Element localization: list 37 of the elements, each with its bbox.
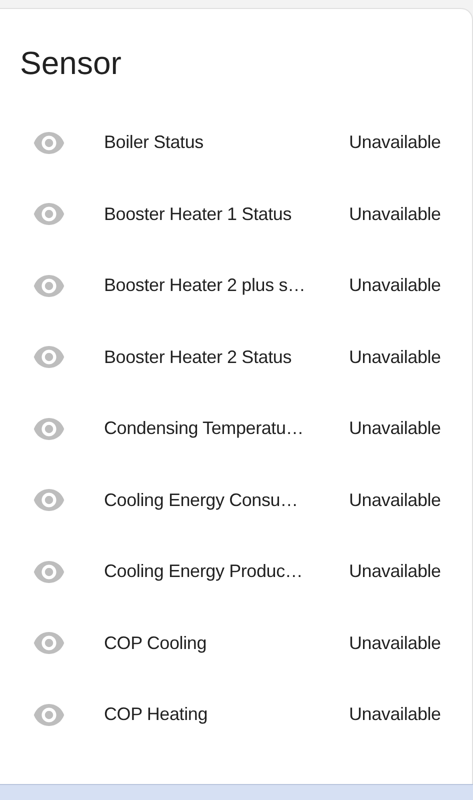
visibility-button[interactable] [31, 632, 67, 654]
eye-icon [32, 489, 66, 512]
entity-name[interactable]: Boiler Status [104, 132, 349, 154]
entity-state: Unavailable [349, 204, 441, 225]
entity-name[interactable]: COP Heating [104, 704, 349, 726]
entity-name[interactable]: Cooling Energy Consu… [104, 490, 349, 511]
entity-name[interactable]: COP Cooling [104, 632, 349, 654]
eye-icon [32, 418, 66, 440]
visibility-button[interactable] [31, 560, 67, 583]
entity-name[interactable]: Condensing Temperatu… [104, 418, 349, 440]
visibility-button[interactable] [31, 418, 67, 440]
entity-state: Unavailable [349, 704, 441, 726]
eye-icon [32, 632, 66, 654]
visibility-button[interactable] [31, 274, 67, 297]
entity-state: Unavailable [349, 346, 441, 368]
eye-icon [32, 560, 66, 583]
visibility-button[interactable] [31, 346, 67, 368]
card-title: Sensor [19, 44, 122, 79]
visibility-button[interactable] [31, 203, 67, 226]
visibility-button[interactable] [31, 489, 67, 512]
entity-state: Unavailable [349, 132, 441, 154]
entity-name[interactable]: Cooling Energy Produc… [104, 561, 349, 582]
eye-icon [32, 203, 66, 226]
visibility-button[interactable] [31, 704, 67, 726]
entity-state: Unavailable [349, 561, 441, 582]
entity-name[interactable]: Booster Heater 2 plus s… [104, 275, 349, 296]
entity-state: Unavailable [349, 275, 441, 296]
eye-icon [32, 704, 66, 726]
entity-name[interactable]: Booster Heater 1 Status [104, 204, 349, 225]
entity-state: Unavailable [349, 632, 441, 654]
eye-icon [32, 346, 66, 368]
eye-icon [32, 274, 66, 297]
entity-state: Unavailable [349, 490, 441, 511]
entity-state: Unavailable [349, 418, 441, 440]
visibility-button[interactable] [31, 132, 67, 154]
entity-name[interactable]: Booster Heater 2 Status [104, 346, 349, 368]
eye-icon [32, 132, 66, 154]
